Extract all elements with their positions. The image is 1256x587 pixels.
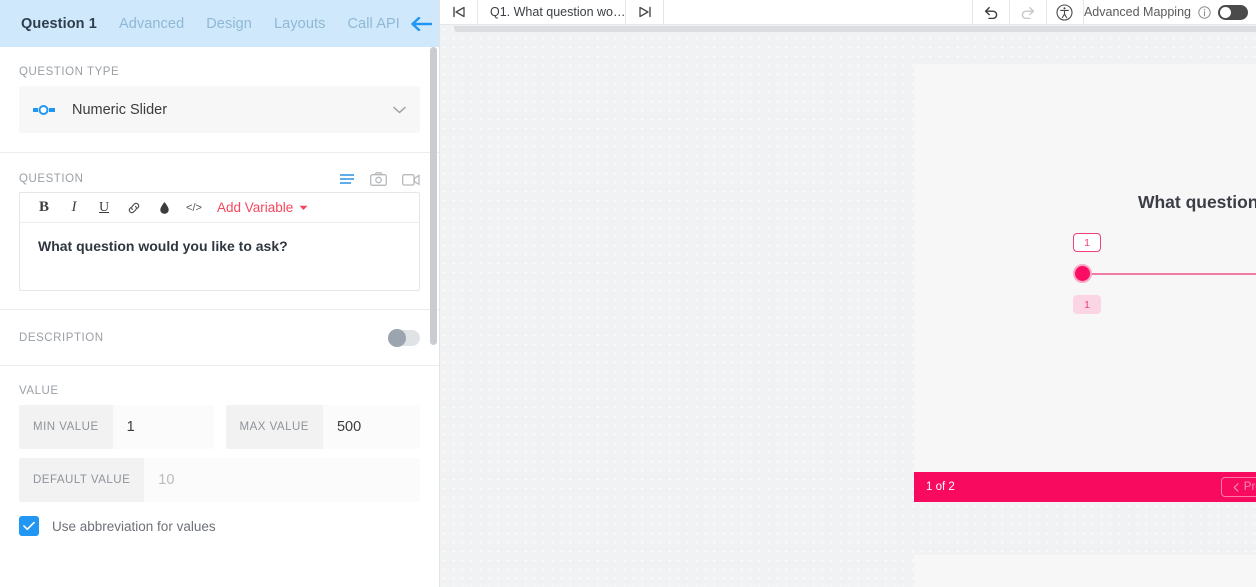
undo-icon[interactable] <box>973 0 1010 25</box>
advanced-mapping-group: Advanced Mapping <box>1083 4 1256 20</box>
arrow-left-icon[interactable] <box>411 11 432 37</box>
survey-question-area: What question would you like to ask? 1 1… <box>914 64 1256 472</box>
preview-panel: Q1. What question wo… Advanced Mapping W… <box>440 0 1256 587</box>
min-max-row: MIN VALUE 1 MAX VALUE 500 <box>19 405 420 449</box>
tab-question-1[interactable]: Question 1 <box>18 16 108 32</box>
min-value-input[interactable]: 1 <box>113 419 214 435</box>
tab-advanced[interactable]: Advanced <box>108 16 195 32</box>
skip-previous-icon[interactable] <box>440 0 478 25</box>
max-value-input[interactable]: 500 <box>323 419 420 435</box>
tab-layouts[interactable]: Layouts <box>263 16 337 32</box>
survey-footer: 1 of 2 Previous Next <box>914 472 1256 502</box>
advanced-mapping-label: Advanced Mapping <box>1083 5 1191 19</box>
question-label: QUESTION <box>19 173 84 185</box>
redo-icon[interactable] <box>1010 0 1047 25</box>
question-type-section: QUESTION TYPE Numeric Slider <box>0 47 439 152</box>
camera-icon[interactable] <box>370 172 387 186</box>
sidebar-scrollbar[interactable] <box>430 47 437 345</box>
code-button[interactable]: </> <box>179 194 209 222</box>
bold-button[interactable]: B <box>29 194 59 222</box>
slider-min-badge: 1 <box>1073 295 1101 314</box>
toolbar-spacer <box>664 0 973 25</box>
survey-preview-card: What question would you like to ask? 1 1… <box>914 64 1256 502</box>
question-type-dropdown[interactable]: Numeric Slider <box>19 86 420 133</box>
editor-toolbar: B I U </> Add Variable <box>20 193 419 223</box>
abbreviation-row[interactable]: Use abbreviation for values <box>19 511 420 536</box>
chevron-down-icon <box>393 101 406 119</box>
default-value-field[interactable]: DEFAULT VALUE 10 <box>19 458 420 502</box>
question-section-header: QUESTION <box>19 153 420 192</box>
tab-design[interactable]: Design <box>195 16 263 32</box>
question-type-label: QUESTION TYPE <box>19 66 120 78</box>
question-type-value: Numeric Slider <box>72 101 168 118</box>
text-lines-icon[interactable] <box>339 173 355 185</box>
droplet-icon[interactable] <box>149 194 179 222</box>
value-label: VALUE <box>19 385 59 397</box>
slider-track[interactable] <box>1083 273 1256 275</box>
description-toggle[interactable] <box>388 328 420 347</box>
previous-button[interactable]: Previous <box>1220 477 1256 497</box>
min-value-label: MIN VALUE <box>19 405 113 449</box>
italic-button[interactable]: I <box>59 194 89 222</box>
slider-current-value: 1 <box>1073 233 1101 252</box>
slider-icon <box>33 103 55 117</box>
question-settings-panel: Question 1 Advanced Design Layouts Call … <box>0 0 440 587</box>
description-label: DESCRIPTION <box>19 331 104 344</box>
survey-nav-buttons: Previous Next <box>914 477 1256 497</box>
max-value-field[interactable]: MAX VALUE 500 <box>225 405 420 449</box>
abbreviation-label: Use abbreviation for values <box>52 518 216 534</box>
max-value-label: MAX VALUE <box>225 405 323 449</box>
chevron-down-icon <box>299 205 308 210</box>
add-variable-button[interactable]: Add Variable <box>217 200 308 215</box>
question-rich-text-editor: B I U </> Add Variable What question wou… <box>19 192 420 291</box>
accessibility-icon[interactable] <box>1047 0 1084 25</box>
previous-label: Previous <box>1243 481 1256 493</box>
skip-next-icon[interactable] <box>626 0 664 25</box>
check-icon <box>23 521 35 531</box>
description-section: DESCRIPTION <box>0 310 439 365</box>
preview-frame-top-bar <box>454 26 1256 32</box>
preview-question-title: What question would you like to ask? <box>1137 192 1256 212</box>
question-text[interactable]: What question would you like to ask? <box>20 223 419 290</box>
advanced-mapping-toggle[interactable] <box>1218 4 1248 20</box>
preview-toolbar: Q1. What question wo… Advanced Mapping <box>440 0 1256 25</box>
default-row: DEFAULT VALUE 10 <box>19 458 420 502</box>
default-value-input[interactable]: 10 <box>144 472 420 488</box>
link-icon[interactable] <box>119 194 149 222</box>
default-value-label: DEFAULT VALUE <box>19 458 145 502</box>
underline-button[interactable]: U <box>89 194 119 222</box>
min-value-field[interactable]: MIN VALUE 1 <box>19 405 214 449</box>
chevron-left-icon <box>1233 482 1239 492</box>
value-section: VALUE MIN VALUE 1 MAX VALUE 500 DEFAULT … <box>0 366 439 546</box>
abbreviation-checkbox[interactable] <box>19 516 39 536</box>
slider-thumb[interactable] <box>1073 264 1092 283</box>
video-icon[interactable] <box>402 172 420 186</box>
question-media-icons <box>339 172 420 186</box>
info-icon[interactable] <box>1198 5 1211 19</box>
next-page-preview-card <box>914 555 1256 587</box>
question-tab-bar: Question 1 Advanced Design Layouts Call … <box>0 0 439 47</box>
question-selector-dropdown[interactable]: Q1. What question wo… <box>478 0 626 25</box>
question-selector-value: Q1. What question wo… <box>490 5 626 19</box>
tab-call-api[interactable]: Call API <box>336 16 410 32</box>
page-counter: 1 of 2 <box>926 481 955 493</box>
app-root: Question 1 Advanced Design Layouts Call … <box>0 0 1256 587</box>
add-variable-label: Add Variable <box>217 200 294 215</box>
question-section: QUESTION B I U </> Add Variable What que… <box>0 153 439 309</box>
